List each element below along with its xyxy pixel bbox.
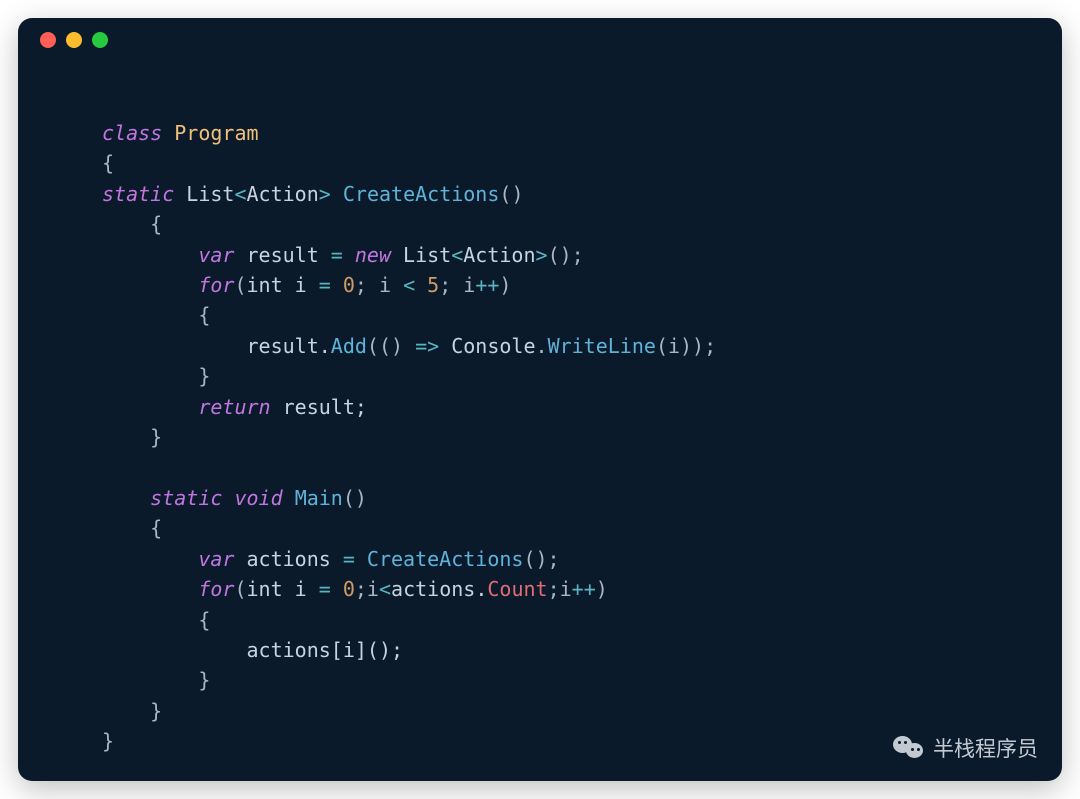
close-dot-icon [40, 32, 56, 48]
wechat-icon [893, 734, 927, 762]
code-window: class Program { static List<Action> Crea… [18, 18, 1062, 781]
zoom-dot-icon [92, 32, 108, 48]
watermark-text: 半栈程序员 [933, 733, 1038, 763]
code-content: class Program { static List<Action> Crea… [102, 118, 1062, 757]
watermark: 半栈程序员 [893, 733, 1038, 763]
titlebar [18, 18, 1062, 62]
code-block: class Program { static List<Action> Crea… [18, 62, 1062, 757]
minimize-dot-icon [66, 32, 82, 48]
